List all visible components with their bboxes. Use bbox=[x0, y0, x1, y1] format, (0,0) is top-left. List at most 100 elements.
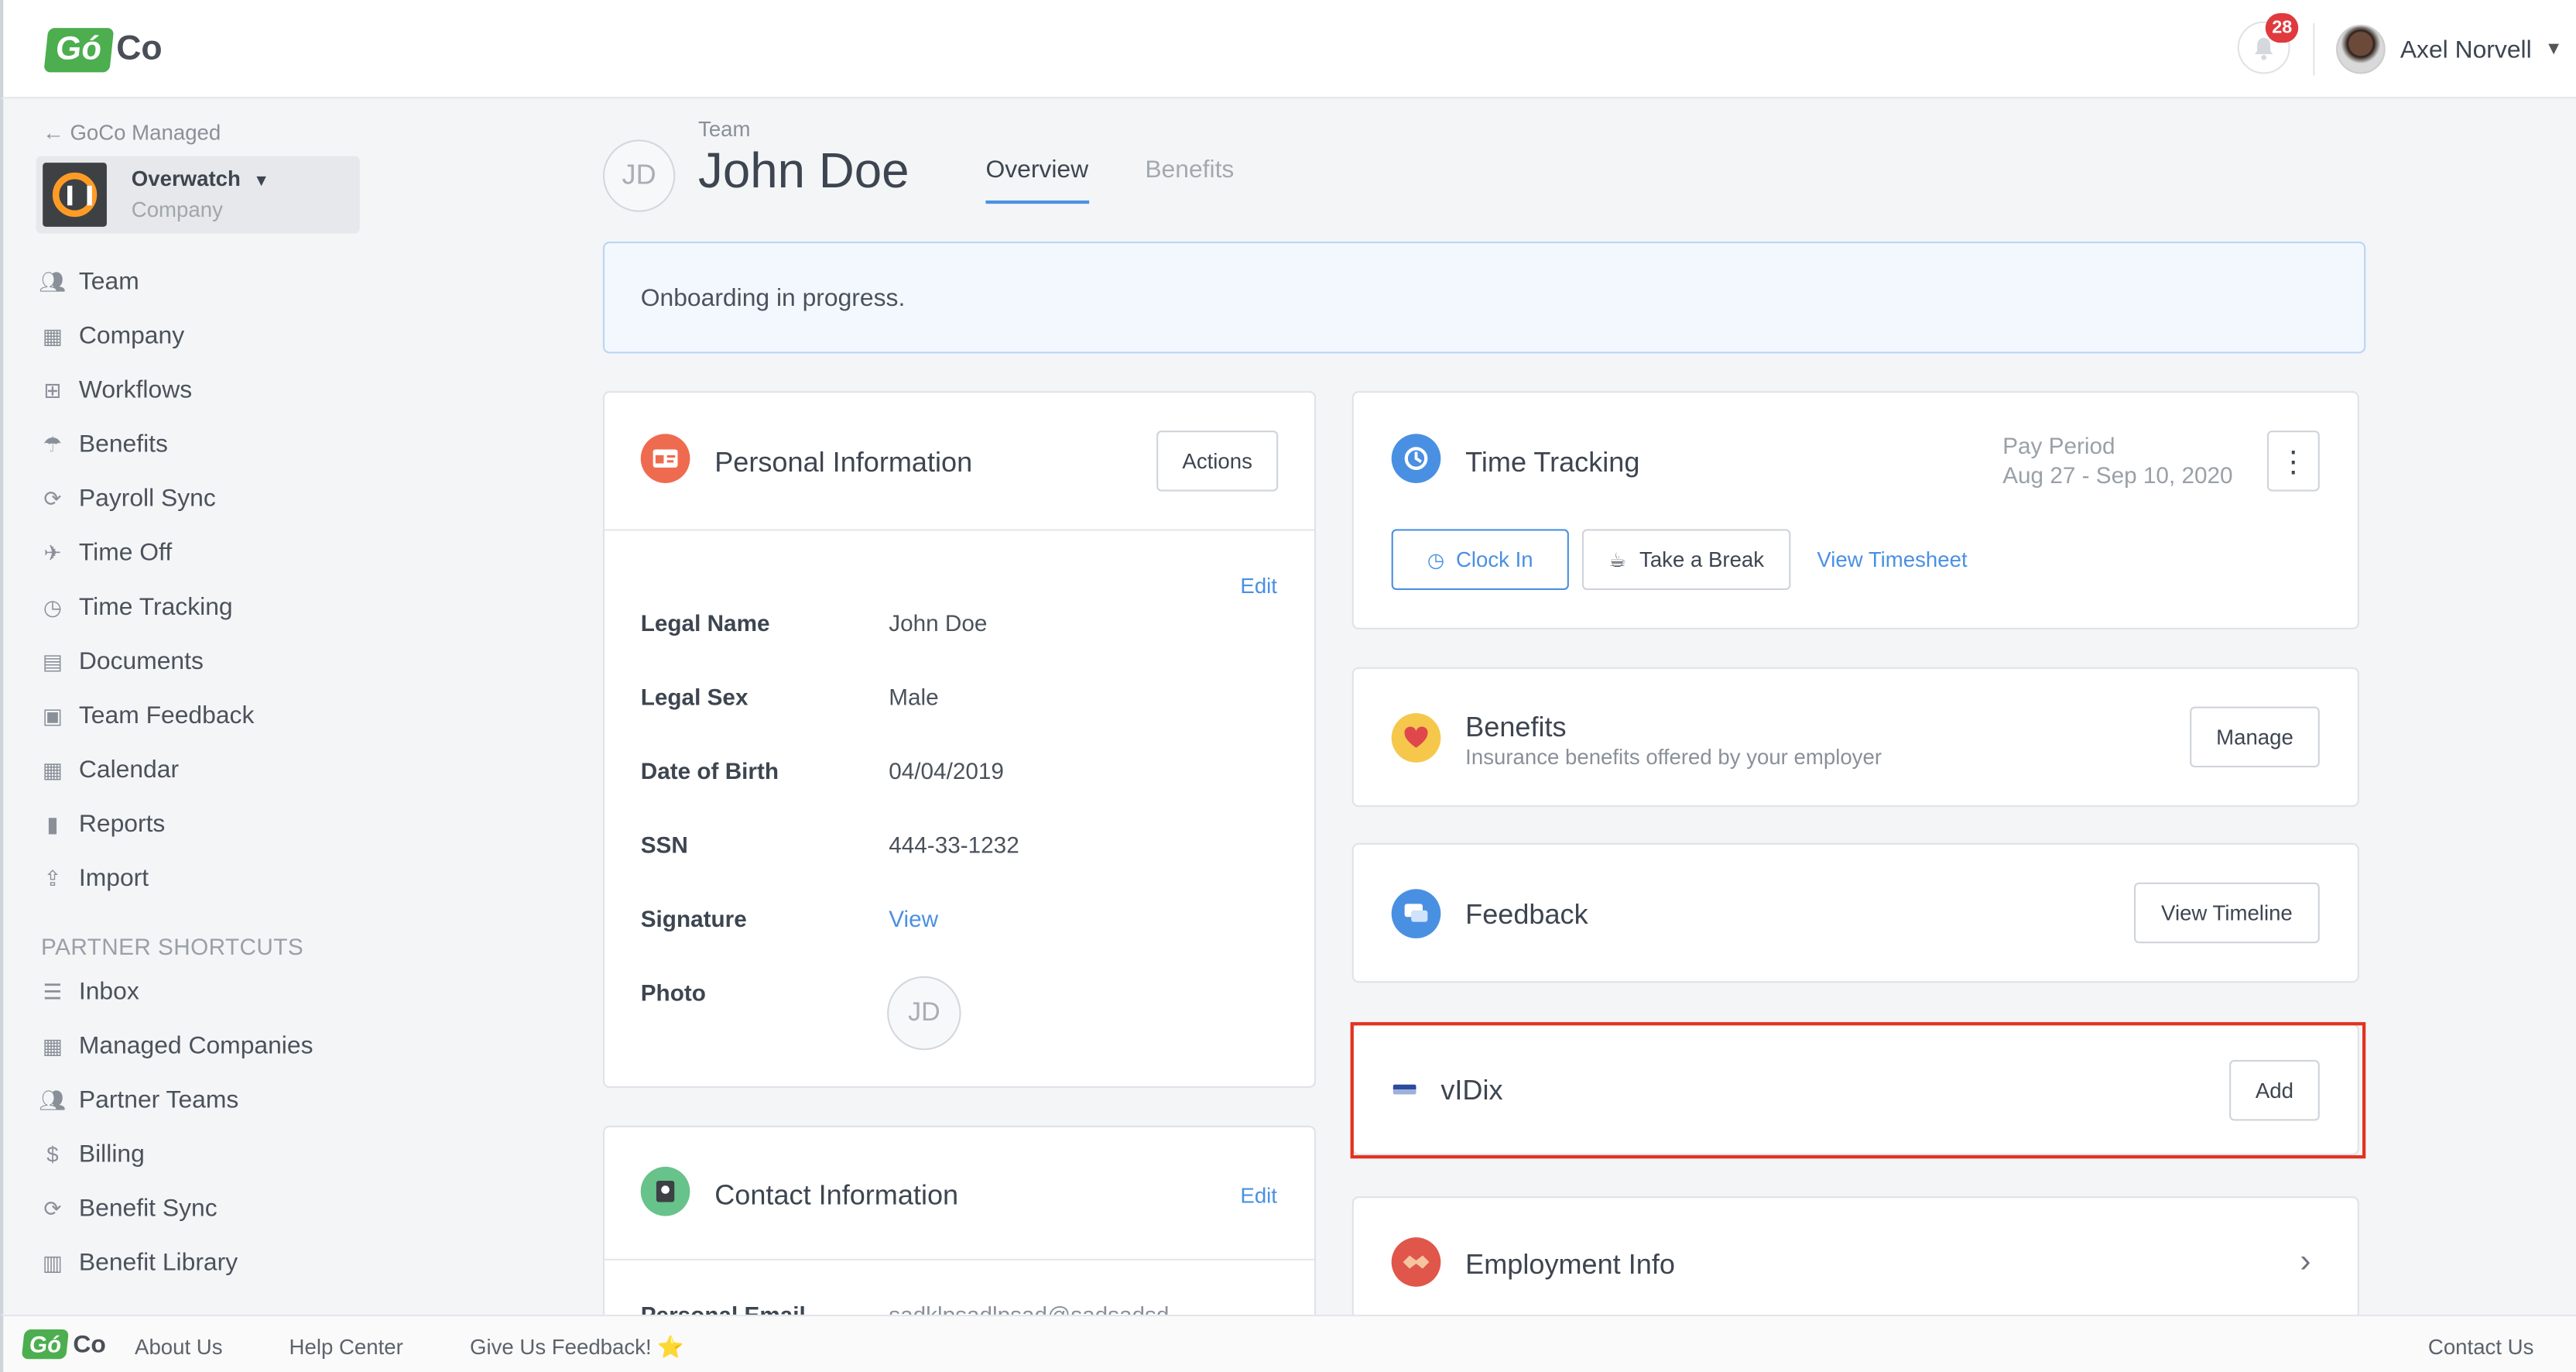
clock-in-button[interactable]: ◷ Clock In bbox=[1391, 529, 1569, 590]
sidebar-item-inbox[interactable]: ☰ Inbox bbox=[39, 965, 401, 1019]
chat-icon: ▣ bbox=[42, 702, 63, 728]
sidebar-item-payroll-sync[interactable]: ⟳ Payroll Sync bbox=[39, 472, 401, 526]
footer-logo[interactable]: Gó Co bbox=[21, 1329, 106, 1360]
manage-button[interactable]: Manage bbox=[2190, 706, 2320, 768]
chevron-down-icon: ▼ bbox=[253, 172, 270, 191]
divider bbox=[605, 529, 1314, 531]
give-feedback-link[interactable]: Give Us Feedback! ⭐ bbox=[470, 1334, 684, 1360]
field-label: Legal Sex bbox=[640, 683, 748, 710]
sidebar-item-managed-companies[interactable]: ▦ Managed Companies bbox=[39, 1019, 401, 1073]
highlight-box bbox=[1350, 1022, 2366, 1159]
employee-avatar: JD bbox=[602, 139, 676, 212]
card-title: Employment Info bbox=[1465, 1249, 1675, 1281]
dollar-icon: $ bbox=[46, 1142, 59, 1167]
sidebar-item-team-feedback[interactable]: ▣ Team Feedback bbox=[39, 688, 401, 743]
view-timesheet-link[interactable]: View Timesheet bbox=[1817, 547, 1967, 572]
logo-go-text: Gó bbox=[21, 1329, 70, 1360]
company-switcher[interactable]: Overwatch ▼ Company bbox=[36, 156, 360, 234]
main-nav: 👥︎ Team ▦ Company ⊞ Workflows ☂ Benefits ⟳ Pa… bbox=[39, 255, 401, 905]
divider bbox=[2313, 22, 2315, 76]
personal-information-card: Personal Information Actions Edit Legal … bbox=[602, 391, 1317, 1089]
tab-overview[interactable]: Overview bbox=[985, 156, 1088, 204]
sidebar-item-import[interactable]: ⇪ Import bbox=[39, 851, 401, 905]
sidebar-item-workflows[interactable]: ⊞ Workflows bbox=[39, 363, 401, 417]
card-subtitle: Insurance benefits offered by your emplo… bbox=[1465, 744, 1882, 770]
top-bar: Gó Co 28 Axel Norvell ▼ bbox=[0, 0, 2576, 99]
field-label: Signature bbox=[640, 905, 747, 932]
sidebar-item-calendar[interactable]: ▦ Calendar bbox=[39, 743, 401, 797]
feedback-icon bbox=[1391, 889, 1441, 938]
chevron-down-icon: ▼ bbox=[2544, 39, 2563, 60]
field-value: Male bbox=[889, 683, 939, 710]
field-value: John Doe bbox=[889, 609, 988, 636]
sidebar-item-company[interactable]: ▦ Company bbox=[39, 309, 401, 363]
contact-information-card: Contact Information Edit Personal Email … bbox=[602, 1125, 1317, 1323]
overwatch-logo-icon bbox=[43, 163, 107, 227]
partner-shortcuts-heading: PARTNER SHORTCUTS bbox=[41, 933, 304, 960]
more-options-button[interactable]: ⋮ bbox=[2266, 430, 2320, 492]
edit-personal-link[interactable]: Edit bbox=[1240, 574, 1277, 599]
card-title: Personal Information bbox=[714, 447, 973, 478]
heart-icon bbox=[1391, 713, 1441, 763]
sidebar-item-time-tracking[interactable]: ◷ Time Tracking bbox=[39, 580, 401, 634]
edit-contact-link[interactable]: Edit bbox=[1240, 1183, 1277, 1208]
sidebar-item-benefit-library[interactable]: ▥ Benefit Library bbox=[39, 1236, 401, 1290]
logo-co-text: Co bbox=[73, 1330, 106, 1359]
sidebar-item-team[interactable]: 👥︎ Team bbox=[39, 255, 401, 309]
sidebar-item-time-off[interactable]: ✈ Time Off bbox=[39, 526, 401, 580]
take-a-break-button[interactable]: ☕︎ Take a Break bbox=[1581, 529, 1791, 590]
time-tracking-card: Time Tracking Pay Period Aug 27 - Sep 10… bbox=[1351, 391, 2359, 629]
main-content: Team JD John Doe Overview Benefits Onboa… bbox=[411, 98, 2576, 1336]
field-value: 04/04/2019 bbox=[889, 757, 1004, 784]
sidebar-item-benefits[interactable]: ☂ Benefits bbox=[39, 417, 401, 472]
clock-icon: ◷ bbox=[1427, 547, 1445, 571]
view-signature-link[interactable]: View bbox=[889, 905, 938, 931]
partner-nav: ☰ Inbox ▦ Managed Companies 👥︎ Partner Team… bbox=[39, 965, 401, 1290]
sidebar-item-reports[interactable]: ▮ Reports bbox=[39, 797, 401, 851]
sidebar-item-documents[interactable]: ▤ Documents bbox=[39, 634, 401, 688]
photo-placeholder[interactable]: JD bbox=[887, 976, 961, 1051]
user-menu[interactable]: Axel Norvell ▼ bbox=[2336, 23, 2563, 76]
team-icon: 👥︎ bbox=[39, 1086, 67, 1112]
sync-icon: ⟳ bbox=[43, 485, 62, 511]
upload-icon: ⇪ bbox=[43, 865, 62, 890]
breadcrumb[interactable]: Team bbox=[698, 117, 750, 142]
sidebar-item-partner-teams[interactable]: 👥︎ Partner Teams bbox=[39, 1073, 401, 1127]
about-us-link[interactable]: About Us bbox=[135, 1334, 223, 1359]
field-label: Photo bbox=[640, 979, 706, 1006]
workflow-icon: ⊞ bbox=[43, 377, 62, 402]
sidebar-item-benefit-sync[interactable]: ⟳ Benefit Sync bbox=[39, 1182, 401, 1236]
tab-benefits[interactable]: Benefits bbox=[1145, 156, 1234, 184]
chart-icon: ▮ bbox=[46, 811, 59, 836]
page-title: John Doe bbox=[698, 144, 909, 199]
field-value: 444-33-1232 bbox=[889, 831, 1019, 858]
logo-co-text: Co bbox=[116, 29, 163, 68]
more-vertical-icon: ⋮ bbox=[2278, 444, 2308, 478]
calendar-icon: ▦ bbox=[42, 756, 63, 782]
sidebar-item-billing[interactable]: $ Billing bbox=[39, 1127, 401, 1182]
actions-button[interactable]: Actions bbox=[1156, 430, 1279, 492]
logo-go-text: Gó bbox=[43, 27, 114, 72]
book-icon: ▥ bbox=[42, 1250, 63, 1274]
field-label: Legal Name bbox=[640, 609, 770, 636]
field-label: SSN bbox=[640, 831, 688, 858]
help-center-link[interactable]: Help Center bbox=[289, 1334, 403, 1359]
chevron-right-icon: › bbox=[2300, 1243, 2311, 1281]
sidebar: ← GoCo Managed Overwatch ▼ Company 👥︎ Tea… bbox=[0, 98, 411, 1315]
list-icon: ☰ bbox=[43, 978, 63, 1003]
clock-icon bbox=[1391, 434, 1441, 483]
card-title: Time Tracking bbox=[1465, 447, 1640, 478]
notification-count-badge: 28 bbox=[2265, 12, 2299, 43]
goco-logo[interactable]: Gó Co bbox=[43, 23, 163, 76]
id-card-icon bbox=[640, 434, 690, 483]
view-timeline-button[interactable]: View Timeline bbox=[2133, 882, 2320, 944]
benefits-card: Benefits Insurance benefits offered by y… bbox=[1351, 667, 2359, 808]
contact-us-link[interactable]: Contact Us bbox=[2428, 1334, 2533, 1359]
company-subtitle: Company bbox=[131, 197, 223, 222]
back-link[interactable]: ← GoCo Managed bbox=[43, 120, 221, 145]
pay-period-value: Aug 27 - Sep 10, 2020 bbox=[2002, 461, 2233, 489]
card-title: Contact Information bbox=[714, 1179, 959, 1212]
plane-icon: ✈ bbox=[43, 540, 62, 565]
field-label: Date of Birth bbox=[640, 757, 779, 784]
team-icon: 👥︎ bbox=[39, 269, 67, 293]
